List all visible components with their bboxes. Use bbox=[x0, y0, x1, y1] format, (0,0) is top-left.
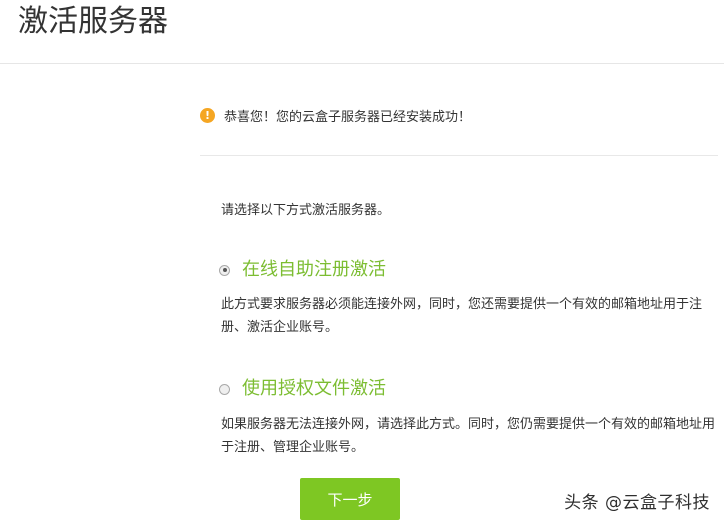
success-notice: ! 恭喜您！您的云盒子服务器已经安装成功！ bbox=[200, 104, 471, 126]
header-divider bbox=[0, 63, 724, 64]
option-description: 如果服务器无法连接外网，请选择此方式。同时，您仍需要提供一个有效的邮箱地址用于注… bbox=[221, 417, 716, 455]
option-label[interactable]: 在线自助注册激活 bbox=[242, 257, 386, 283]
radio-online-activation[interactable] bbox=[219, 264, 230, 276]
warning-icon: ! bbox=[200, 107, 215, 123]
instruction-text: 请选择以下方式激活服务器。 bbox=[221, 203, 391, 218]
content-divider bbox=[200, 155, 718, 156]
page-title: 激活服务器 bbox=[18, 4, 168, 39]
option-label[interactable]: 使用授权文件激活 bbox=[242, 376, 386, 402]
option-description: 此方式要求服务器必须能连接外网，同时，您还需要提供一个有效的邮箱地址用于注册、激… bbox=[221, 297, 703, 335]
notice-text: 恭喜您！您的云盒子服务器已经安装成功！ bbox=[224, 109, 472, 125]
watermark: 头条 @云盒子科技 bbox=[564, 493, 710, 513]
next-step-button[interactable]: 下一步 bbox=[300, 478, 400, 520]
radio-license-file-activation[interactable] bbox=[219, 383, 230, 395]
option-online-activation[interactable]: 在线自助注册激活 bbox=[219, 257, 386, 283]
option-license-file-activation[interactable]: 使用授权文件激活 bbox=[219, 376, 386, 402]
